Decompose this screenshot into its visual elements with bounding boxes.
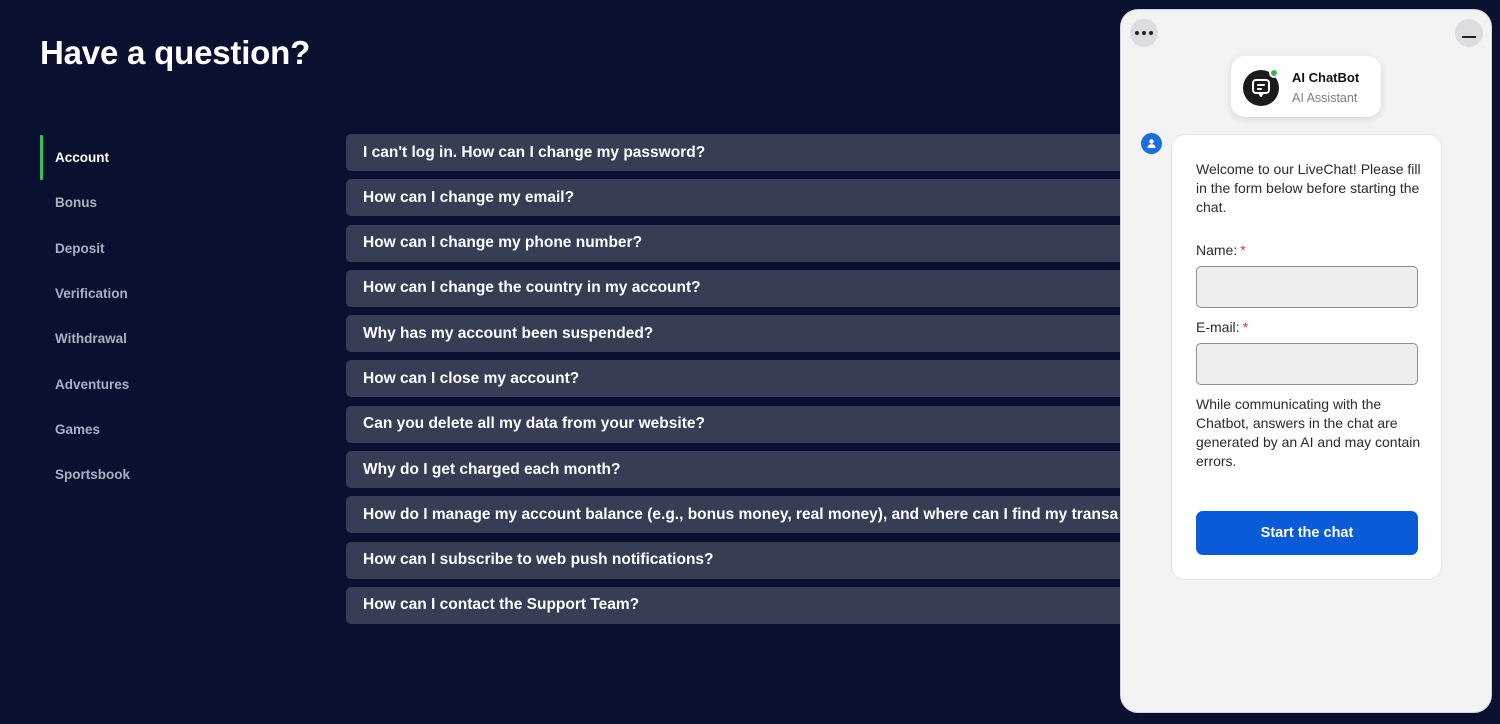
sidebar-item-games[interactable]: Games (40, 407, 280, 452)
email-label-text: E-mail: (1196, 319, 1240, 335)
faq-question: How can I close my account? (363, 369, 580, 387)
faq-item[interactable]: How can I change my phone number? (346, 224, 1146, 262)
chat-menu-button[interactable] (1130, 19, 1158, 47)
faq-item[interactable]: How can I close my account? (346, 360, 1146, 398)
name-label-text: Name: (1196, 242, 1238, 258)
faq-question: How do I manage my account balance (e.g.… (363, 505, 1119, 523)
sidebar-item-label: Games (55, 421, 101, 437)
name-label: Name: * (1196, 242, 1246, 258)
sidebar-item-label: Withdrawal (55, 331, 127, 347)
faq-list: I can't log in. How can I change my pass… (346, 134, 1146, 632)
faq-question: I can't log in. How can I change my pass… (363, 143, 706, 161)
email-label: E-mail: * (1196, 319, 1248, 335)
agent-name: AI ChatBot (1292, 70, 1360, 85)
sidebar-item-label: Deposit (55, 240, 105, 256)
sidebar-item-bonus[interactable]: Bonus (40, 180, 280, 225)
email-field[interactable] (1196, 343, 1418, 385)
livechat-widget: AI ChatBot AI Assistant Welcome to our L… (1120, 9, 1492, 713)
faq-question: How can I change the country in my accou… (363, 279, 701, 297)
faq-question: Why has my account been suspended? (363, 324, 654, 342)
sidebar-item-adventures[interactable]: Adventures (40, 361, 280, 406)
faq-question: How can I contact the Support Team? (363, 596, 640, 614)
sidebar-item-label: Sportsbook (55, 467, 131, 483)
sidebar-item-verification[interactable]: Verification (40, 271, 280, 316)
faq-item[interactable]: Why do I get charged each month? (346, 451, 1146, 489)
welcome-message: Welcome to our LiveChat! Please fill in … (1196, 161, 1421, 215)
sidebar-item-label: Bonus (55, 195, 97, 211)
user-icon (1141, 133, 1162, 154)
chat-minimize-button[interactable] (1455, 19, 1483, 47)
faq-item[interactable]: How do I manage my account balance (e.g.… (346, 496, 1146, 534)
minimize-icon (1462, 36, 1476, 38)
sidebar-item-withdrawal[interactable]: Withdrawal (40, 316, 280, 361)
faq-question: How can I change my email? (363, 188, 575, 206)
sidebar-item-deposit[interactable]: Deposit (40, 226, 280, 271)
faq-item[interactable]: Why has my account been suspended? (346, 315, 1146, 353)
faq-question: How can I change my phone number? (363, 234, 643, 252)
agent-card: AI ChatBot AI Assistant (1231, 56, 1381, 117)
sidebar-item-label: Adventures (55, 376, 130, 392)
faq-item[interactable]: How can I change my email? (346, 179, 1146, 217)
name-field[interactable] (1196, 266, 1418, 308)
prechat-form: Welcome to our LiveChat! Please fill in … (1171, 134, 1442, 580)
required-mark: * (1240, 242, 1246, 258)
faq-item[interactable]: Can you delete all my data from your web… (346, 405, 1146, 443)
sidebar-item-label: Verification (55, 286, 128, 302)
sidebar-item-label: Account (55, 150, 109, 166)
faq-question: How can I subscribe to web push notifica… (363, 551, 714, 569)
page-title: Have a question? (40, 34, 311, 71)
ai-disclaimer: While communicating with the Chatbot, an… (1196, 396, 1421, 469)
sidebar-item-account[interactable]: Account (40, 135, 280, 181)
agent-role: AI Assistant (1292, 91, 1358, 105)
faq-item[interactable]: How can I subscribe to web push notifica… (346, 541, 1146, 579)
online-status-icon (1269, 68, 1279, 78)
faq-item[interactable]: I can't log in. How can I change my pass… (346, 134, 1146, 171)
faq-question: Can you delete all my data from your web… (363, 415, 705, 433)
help-center-page: Have a question? Account Bonus Deposit V… (0, 0, 1500, 724)
category-sidebar: Account Bonus Deposit Verification Withd… (40, 135, 280, 497)
sidebar-item-sportsbook[interactable]: Sportsbook (40, 452, 280, 497)
required-mark: * (1242, 319, 1249, 335)
faq-item[interactable]: How can I contact the Support Team? (346, 586, 1146, 624)
start-chat-button[interactable]: Start the chat (1196, 511, 1418, 555)
faq-item[interactable]: How can I change the country in my accou… (346, 269, 1146, 307)
faq-question: Why do I get charged each month? (363, 460, 621, 478)
more-dots-icon (1135, 31, 1153, 35)
